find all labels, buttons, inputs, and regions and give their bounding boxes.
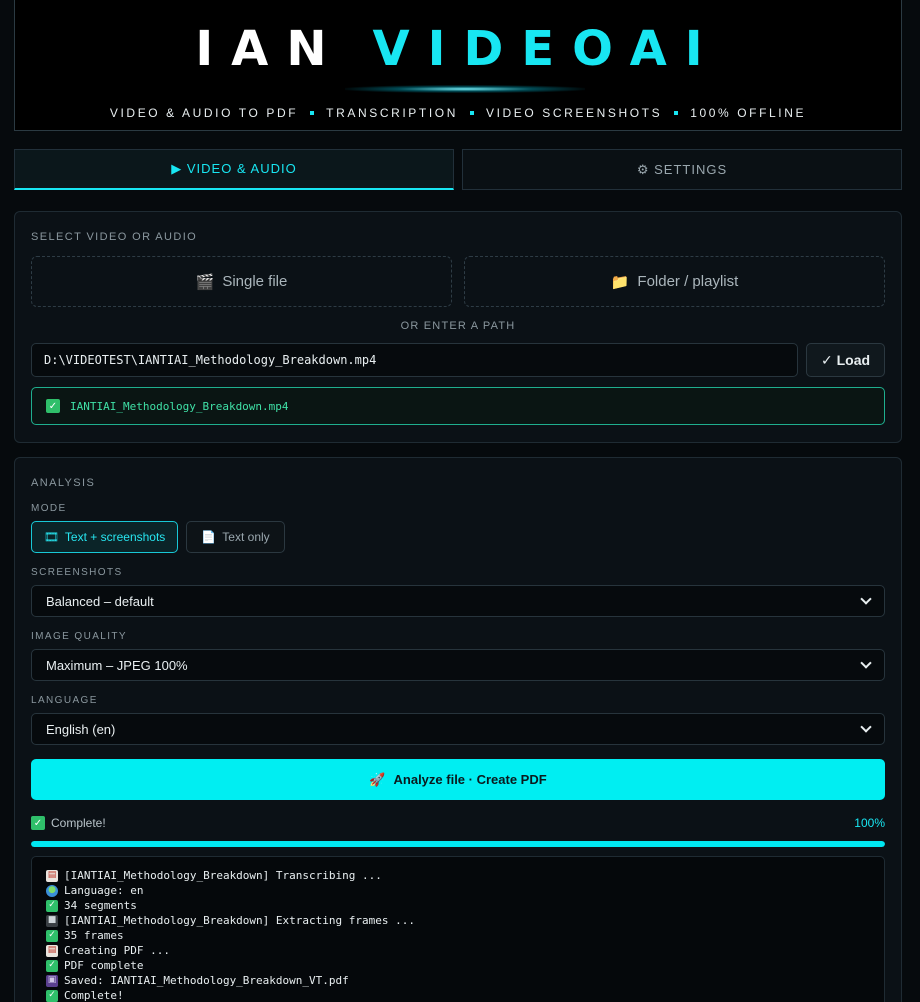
log-line-text: [IANTIAI_Methodology_Breakdown] Transcri…	[64, 869, 382, 882]
log-line: ✓ 34 segments	[46, 898, 870, 913]
log-line-text: 35 frames	[64, 929, 124, 942]
log-line-text: 34 segments	[64, 899, 137, 912]
folder-icon: 📁	[610, 273, 630, 291]
or-enter-path-label: OR ENTER A PATH	[400, 320, 516, 332]
log-line-text: [IANTIAI_Methodology_Breakdown] Extracti…	[64, 914, 415, 927]
tagline-separator	[674, 110, 679, 115]
progress-percent: 100%	[854, 816, 885, 830]
clapper-icon: 🎬	[195, 273, 215, 291]
mode-text-screenshots-label: Text + screenshots	[64, 530, 166, 544]
single-file-button[interactable]: 🎬 Single file	[31, 256, 452, 307]
select-card: SELECT VIDEO OR AUDIO 🎬 Single file 📁 Fo…	[14, 211, 902, 443]
analyze-button-label: Analyze file · Create PDF	[393, 772, 547, 787]
log-output: ▤ [IANTIAI_Methodology_Breakdown] Transcr…	[31, 856, 885, 1002]
tagline-item: TRANSCRIPTION	[326, 106, 458, 120]
log-line: ✓ 35 frames	[46, 928, 870, 943]
log-line: ● Language: en	[46, 883, 870, 898]
camera-icon: ■	[46, 914, 58, 927]
loaded-file-name: IANTIAI_Methodology_Breakdown.mp4	[70, 399, 289, 413]
status-text: ✓ Complete!	[31, 816, 106, 830]
mode-text-only-button[interactable]: 📄 Text only	[186, 521, 285, 553]
rocket-icon: 🚀	[369, 771, 386, 787]
chevron-down-icon	[860, 593, 872, 605]
logo-text-ian: IAN	[195, 21, 345, 77]
check-icon: ✓	[46, 929, 58, 942]
tagline-separator	[310, 110, 315, 115]
log-line: ▣ Saved: IANTIAI_Methodology_Breakdown_VT…	[46, 973, 870, 988]
document-icon: 📄	[201, 530, 217, 544]
log-line: ■ [IANTIAI_Methodology_Breakdown] Extract…	[46, 913, 870, 928]
tagline: VIDEO & AUDIO TO PDF TRANSCRIPTION VIDEO S…	[15, 106, 901, 120]
path-input[interactable]	[31, 343, 798, 377]
analyze-button[interactable]: 🚀 Analyze file · Create PDF	[31, 759, 885, 800]
image-quality-select[interactable]: Maximum – JPEG 100%	[31, 649, 885, 681]
film-icon: 🎞	[43, 530, 59, 544]
single-file-label: Single file	[222, 273, 288, 290]
log-line: ▤ Creating PDF ...	[46, 943, 870, 958]
document-icon: ▤	[46, 944, 58, 957]
log-line-text: PDF complete	[64, 959, 144, 972]
check-icon: ✓	[46, 899, 58, 912]
image-quality-label: IMAGE QUALITY	[31, 631, 127, 642]
mode-text-screenshots-button[interactable]: 🎞 Text + screenshots	[31, 521, 178, 553]
loaded-file-indicator: ✓ IANTIAI_Methodology_Breakdown.mp4	[31, 387, 885, 425]
log-line-text: Creating PDF ...	[64, 944, 170, 957]
screenshots-selected-value: Balanced – default	[46, 593, 154, 609]
document-icon: ▤	[46, 869, 58, 882]
load-button[interactable]: ✓ Load	[806, 343, 885, 377]
check-icon: ✓	[46, 959, 58, 972]
select-section-title: SELECT VIDEO OR AUDIO	[31, 231, 198, 243]
tab-settings[interactable]: ⚙ SETTINGS	[462, 149, 902, 190]
chevron-down-icon	[860, 657, 872, 669]
app-logo: IAN VIDEOAI	[15, 21, 901, 77]
logo-glow	[345, 85, 585, 93]
language-select[interactable]: English (en)	[31, 713, 885, 745]
log-line-text: Complete!	[64, 989, 124, 1002]
chevron-down-icon	[860, 721, 872, 733]
tagline-item: 100% OFFLINE	[690, 106, 807, 120]
log-line-text: Language: en	[64, 884, 144, 897]
folder-playlist-label: Folder / playlist	[637, 273, 739, 290]
mode-text-only-label: Text only	[222, 530, 270, 544]
check-icon: ✓	[31, 816, 45, 830]
image-quality-selected-value: Maximum – JPEG 100%	[46, 657, 188, 673]
log-line: ✓ PDF complete	[46, 958, 870, 973]
language-selected-value: English (en)	[46, 721, 116, 737]
check-icon: ✓	[46, 399, 60, 413]
screenshots-select[interactable]: Balanced – default	[31, 585, 885, 617]
language-label: LANGUAGE	[31, 695, 98, 706]
mode-label: MODE	[31, 503, 67, 514]
tagline-item: VIDEO SCREENSHOTS	[485, 106, 663, 120]
screenshots-label: SCREENSHOTS	[31, 567, 123, 578]
log-line: ▤ [IANTIAI_Methodology_Breakdown] Transcr…	[46, 868, 870, 883]
app-header: IAN VIDEOAI VIDEO & AUDIO TO PDF TRANSCRIP…	[14, 0, 902, 131]
globe-icon: ●	[46, 884, 58, 897]
log-line: ✓ Complete!	[46, 988, 870, 1002]
log-line-text: Saved: IANTIAI_Methodology_Breakdown_VT.…	[64, 974, 349, 987]
logo-text-videoai: VIDEOAI	[372, 21, 721, 77]
tagline-item: VIDEO & AUDIO TO PDF	[109, 106, 299, 120]
floppy-disk-icon: ▣	[46, 974, 58, 987]
status-label: Complete!	[51, 816, 106, 830]
progress-bar-fill	[31, 841, 885, 847]
tab-video-audio[interactable]: ▶ VIDEO & AUDIO	[14, 149, 454, 190]
analysis-section-title: ANALYSIS	[31, 477, 96, 489]
folder-playlist-button[interactable]: 📁 Folder / playlist	[464, 256, 885, 307]
analysis-card: ANALYSIS MODE 🎞 Text + screenshots 📄 Tex…	[14, 457, 902, 1002]
progress-bar	[31, 841, 885, 847]
tagline-separator	[469, 110, 474, 115]
check-icon: ✓	[46, 989, 58, 1002]
